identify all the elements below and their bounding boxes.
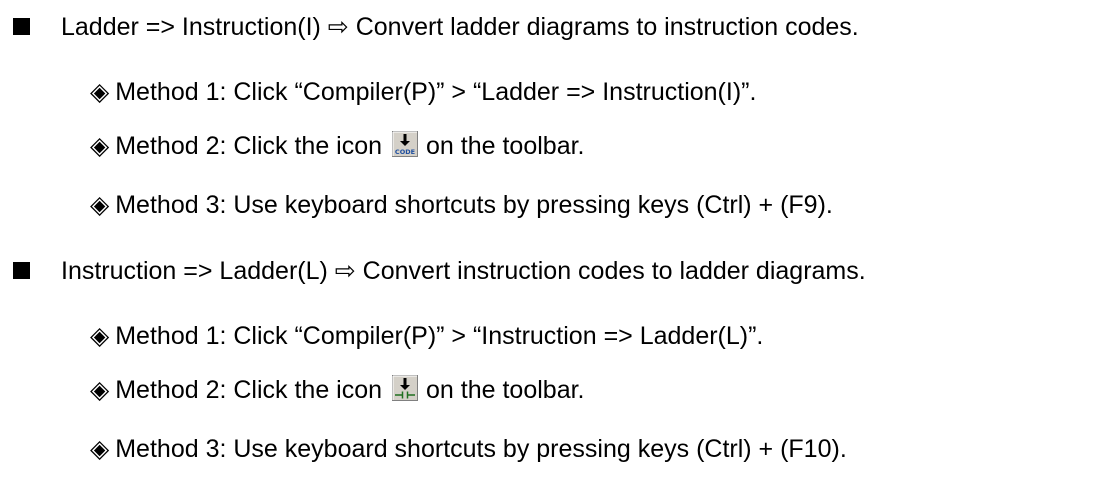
list-item-text: Method 1: Click “Compiler(P)” > “Instruc… bbox=[115, 322, 764, 350]
diamond-bullet-icon: ◈ bbox=[90, 435, 110, 463]
list-item-method-1: ◈ Method 1: Click “Compiler(P)” > “Instru… bbox=[90, 321, 763, 351]
list-item-method-3: ◈ Method 3: Use keyboard shortcuts by pre… bbox=[90, 190, 833, 220]
heading-prefix: Instruction => Ladder(L) ⇨ bbox=[61, 257, 363, 285]
diamond-bullet-icon: ◈ bbox=[90, 322, 110, 350]
list-item-method-2: ◈ Method 2: Click the icon on the toolbar… bbox=[90, 375, 585, 405]
heading-text: Convert instruction codes to ladder diag… bbox=[362, 257, 866, 285]
heading-prefix: Ladder => Instruction(I) ⇨ bbox=[61, 13, 356, 41]
diamond-bullet-icon: ◈ bbox=[90, 376, 110, 404]
section-heading-ladder-to-instruction: Ladder => Instruction(I) ⇨ Convert ladde… bbox=[61, 12, 859, 42]
list-item-text-after: on the toolbar. bbox=[426, 132, 585, 160]
diamond-bullet-icon: ◈ bbox=[90, 78, 110, 106]
list-item-text: Method 3: Use keyboard shortcuts by pres… bbox=[115, 191, 833, 219]
list-item-text-before: Method 2: Click the icon bbox=[115, 132, 383, 160]
list-item-text: Method 3: Use keyboard shortcuts by pres… bbox=[115, 435, 847, 463]
list-item-text-after: on the toolbar. bbox=[426, 376, 585, 404]
section-heading-instruction-to-ladder: Instruction => Ladder(L) ⇨ Convert instr… bbox=[61, 256, 866, 286]
svg-text:CODE: CODE bbox=[395, 148, 415, 156]
diamond-bullet-icon: ◈ bbox=[90, 191, 110, 219]
list-item-text-before: Method 2: Click the icon bbox=[115, 376, 383, 404]
list-item-method-2: ◈ Method 2: Click the icon CODE on the to… bbox=[90, 131, 585, 161]
square-bullet-icon bbox=[13, 262, 30, 279]
ladder-convert-icon[interactable] bbox=[392, 375, 419, 401]
list-item-method-3: ◈ Method 3: Use keyboard shortcuts by pre… bbox=[90, 434, 847, 464]
diamond-bullet-icon: ◈ bbox=[90, 132, 110, 160]
code-convert-icon[interactable]: CODE bbox=[392, 131, 419, 157]
list-item-method-1: ◈ Method 1: Click “Compiler(P)” > “Ladder… bbox=[90, 77, 756, 107]
heading-text: Convert ladder diagrams to instruction c… bbox=[355, 13, 859, 41]
square-bullet-icon bbox=[13, 18, 30, 35]
list-item-text: Method 1: Click “Compiler(P)” > “Ladder … bbox=[115, 78, 757, 106]
